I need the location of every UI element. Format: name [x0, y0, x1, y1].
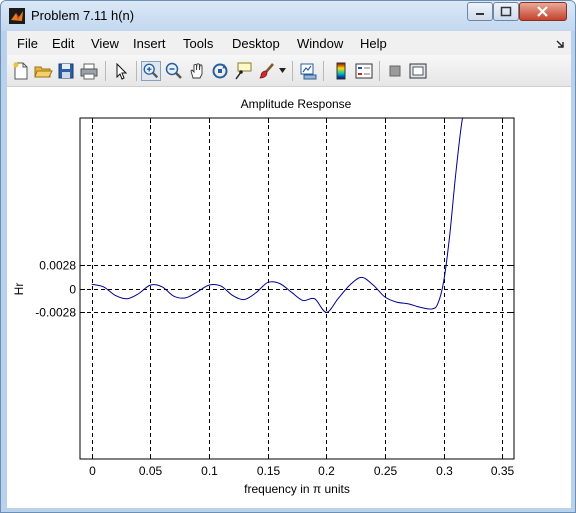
link-plot-icon[interactable]: [298, 61, 318, 81]
figure-window: Problem 7.11 h(n) File Edit View Insert …: [0, 0, 576, 513]
hide-plot-tools-icon[interactable]: [385, 61, 405, 81]
colorbar-icon[interactable]: [331, 61, 351, 81]
x-tick-label: 0.15: [257, 464, 281, 478]
menu-bar: File Edit View Insert Tools Desktop Wind…: [7, 31, 571, 55]
menu-tools[interactable]: Tools: [183, 36, 213, 51]
menu-help[interactable]: Help: [360, 36, 387, 51]
y-tick-label: 0.0028: [39, 259, 76, 273]
menu-file[interactable]: File: [17, 36, 38, 51]
matlab-logo-icon: [9, 8, 25, 24]
minimize-icon: [476, 13, 484, 15]
data-cursor-icon[interactable]: [233, 61, 253, 81]
menu-view[interactable]: View: [91, 36, 119, 51]
legend-icon[interactable]: [354, 61, 374, 81]
zoom-in-icon: [143, 63, 159, 79]
close-icon: [537, 6, 548, 17]
brush-dropdown-icon[interactable]: [279, 68, 286, 74]
x-tick-label: 0.1: [201, 464, 218, 478]
chart-title: Amplitude Response: [241, 97, 352, 111]
x-tick-label: 0.3: [436, 464, 453, 478]
rotate-3d-icon[interactable]: [210, 61, 230, 81]
maximize-icon: [500, 6, 512, 17]
x-tick-label: 0: [89, 464, 96, 478]
menu-edit[interactable]: Edit: [52, 36, 74, 51]
x-tick-label: 0.35: [491, 464, 515, 478]
x-tick-label: 0.05: [139, 464, 163, 478]
dock-arrow-icon[interactable]: [555, 39, 565, 49]
open-file-icon[interactable]: [33, 61, 53, 81]
y-tick-label: 0: [69, 283, 76, 297]
y-tick-label: -0.0028: [35, 306, 76, 320]
brush-icon[interactable]: [257, 61, 277, 81]
x-tick-label: 0.2: [318, 464, 335, 478]
menu-desktop[interactable]: Desktop: [232, 36, 280, 51]
y-axis-label: Hr: [12, 283, 26, 296]
title-bar[interactable]: Problem 7.11 h(n): [1, 1, 575, 31]
zoom-in-button[interactable]: [141, 61, 161, 81]
menu-insert[interactable]: Insert: [133, 36, 166, 51]
edit-plot-arrow-icon[interactable]: [111, 61, 131, 81]
print-icon[interactable]: [79, 61, 99, 81]
zoom-out-icon[interactable]: [164, 61, 184, 81]
amplitude-response-chart: Amplitude Response 0 0.05 0.1 0.15 0.2 0.25 0.…: [7, 87, 571, 508]
figure-canvas: Amplitude Response 0 0.05 0.1 0.15 0.2 0.25 0.…: [7, 87, 571, 508]
save-icon[interactable]: [56, 61, 76, 81]
x-axis-label: frequency in π units: [244, 482, 350, 496]
window-title: Problem 7.11 h(n): [31, 8, 135, 23]
close-button[interactable]: [519, 2, 567, 21]
new-figure-icon[interactable]: [11, 61, 31, 81]
x-tick-label: 0.25: [374, 464, 398, 478]
menu-window[interactable]: Window: [297, 36, 343, 51]
show-plot-tools-icon[interactable]: [408, 61, 428, 81]
maximize-button[interactable]: [493, 2, 519, 21]
minimize-button[interactable]: [467, 2, 493, 21]
pan-hand-icon[interactable]: [187, 61, 207, 81]
figure-toolbar: [7, 55, 571, 87]
